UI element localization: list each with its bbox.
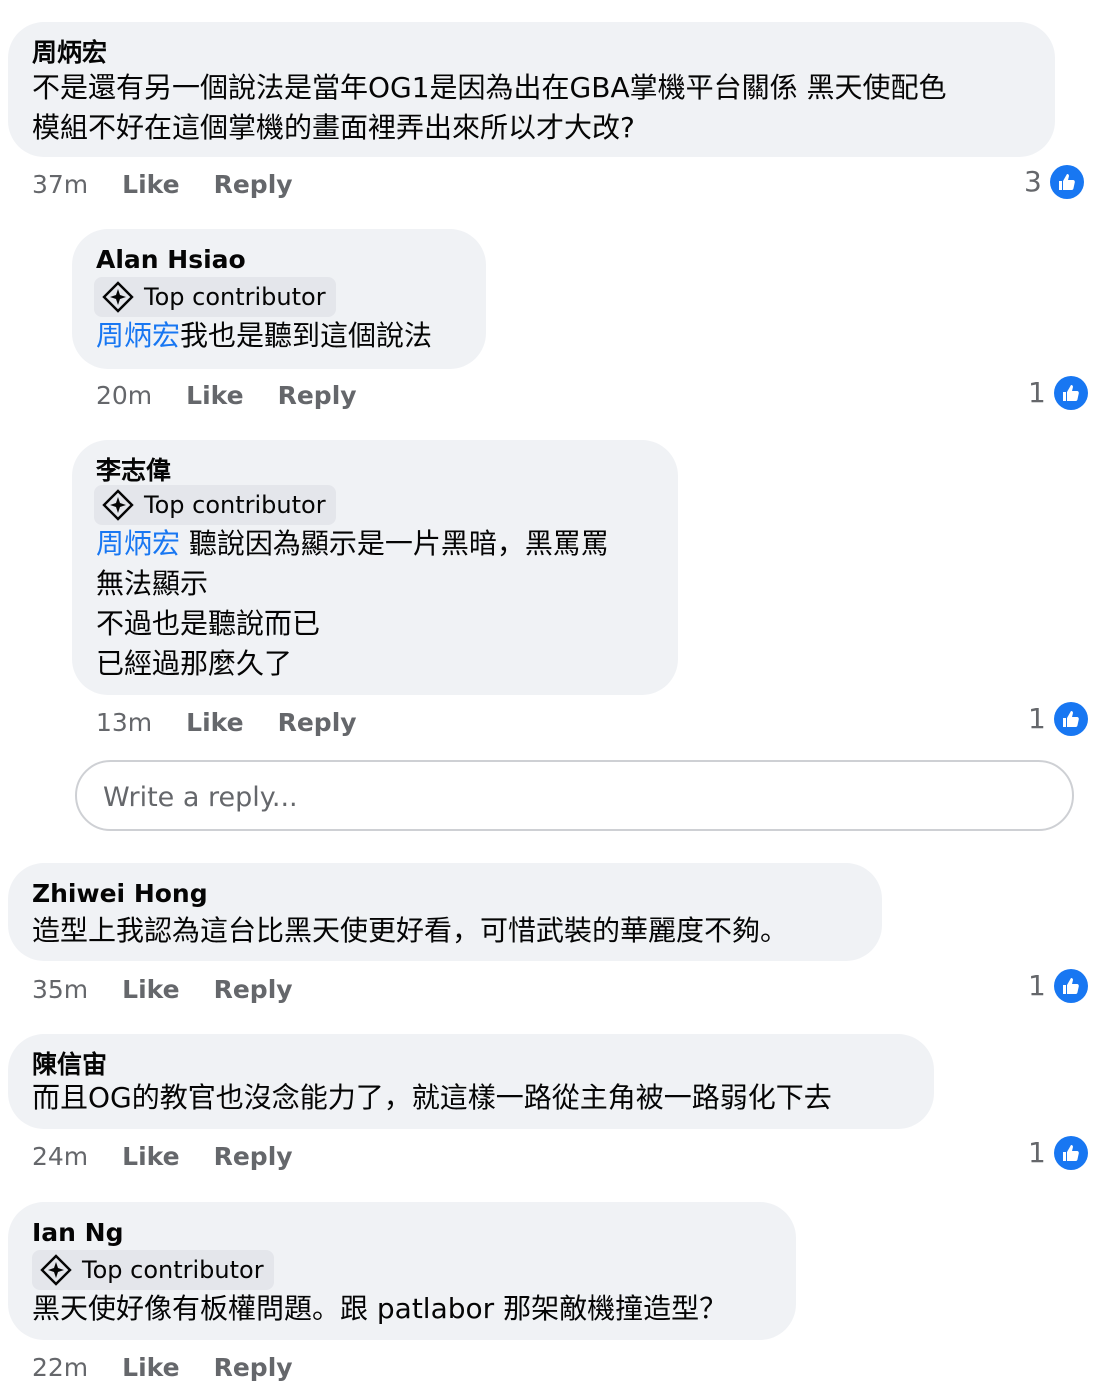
reaction-count-value: 3 (1024, 165, 1042, 198)
comment-text: 模組不好在這個掌機的畫面裡弄出來所以才大改? (32, 111, 635, 144)
comment-author[interactable]: 周炳宏 (32, 38, 107, 68)
reaction-count[interactable]: 1 (1028, 968, 1088, 1004)
reaction-count[interactable]: 1 (1028, 701, 1088, 737)
badge-label: Top contributor (144, 491, 326, 519)
comment-time[interactable]: 35m (32, 975, 88, 1005)
reply-bubble: 李志偉 Top contributor 周炳宏 聽說因為顯示是一片黑暗，黑罵罵 … (72, 440, 678, 695)
top-contributor-icon (40, 1254, 72, 1286)
comment-text: 造型上我認為這台比黑天使更好看，可惜武裝的華麗度不夠。 (32, 914, 789, 947)
comment-text: 而且OG的教官也沒念能力了，就這樣一路從主角被一路弱化下去 (32, 1081, 832, 1114)
reaction-count-value: 1 (1028, 969, 1046, 1002)
badge-label: Top contributor (144, 283, 326, 311)
reply-input[interactable] (101, 776, 1045, 818)
badge-label: Top contributor (82, 1256, 264, 1284)
comment-bubble: 周炳宏 不是還有另一個說法是當年OG1是因為出在GBA掌機平台關係 黑天使配色 … (8, 22, 1055, 157)
reaction-count[interactable]: 1 (1028, 1135, 1088, 1171)
reply-button[interactable]: Reply (278, 708, 357, 738)
comment-text: 黑天使好像有板權問題。跟 patlabor 那架敵機撞造型？ (32, 1292, 728, 1325)
comment-meta: 37m Like Reply (32, 170, 293, 200)
reply-button[interactable]: Reply (214, 975, 293, 1005)
like-button[interactable]: Like (186, 381, 243, 411)
comment-time[interactable]: 20m (96, 381, 152, 411)
comment-text: 不是還有另一個說法是當年OG1是因為出在GBA掌機平台關係 黑天使配色 (32, 71, 947, 104)
like-button[interactable]: Like (122, 975, 179, 1005)
comment-text: 不過也是聽說而已 (96, 607, 321, 640)
mention-link[interactable]: 周炳宏 (96, 527, 180, 560)
comment-time[interactable]: 22m (32, 1353, 88, 1383)
thumbs-up-icon (1053, 1136, 1088, 1170)
comment-meta: 35m Like Reply (32, 975, 293, 1005)
comment-bubble: Ian Ng Top contributor 黑天使好像有板權問題。跟 patl… (8, 1202, 796, 1340)
thumbs-up-icon (1053, 702, 1088, 736)
comment-text: 周炳宏 聽說因為顯示是一片黑暗，黑罵罵 (96, 524, 609, 564)
comment-bubble: 陳信宙 而且OG的教官也沒念能力了，就這樣一路從主角被一路弱化下去 (8, 1034, 934, 1129)
top-contributor-badge: Top contributor (32, 1250, 274, 1290)
comment-text: 周炳宏我也是聽到這個說法 (96, 316, 432, 356)
comment-author[interactable]: 陳信宙 (32, 1050, 107, 1080)
top-contributor-badge: Top contributor (94, 485, 336, 525)
top-contributor-icon (102, 281, 134, 313)
reply-button[interactable]: Reply (278, 381, 357, 411)
top-contributor-icon (102, 489, 134, 521)
comment-text-rest: 我也是聽到這個說法 (180, 319, 433, 352)
comment-author[interactable]: 李志偉 (96, 456, 171, 486)
thumbs-up-icon (1053, 376, 1088, 410)
like-button[interactable]: Like (122, 1353, 179, 1383)
thumbs-up-icon (1049, 165, 1084, 199)
thumbs-up-icon (1053, 969, 1088, 1003)
mention-link[interactable]: 周炳宏 (96, 319, 180, 352)
comment-bubble: Zhiwei Hong 造型上我認為這台比黑天使更好看，可惜武裝的華麗度不夠。 (8, 863, 882, 961)
like-button[interactable]: Like (122, 1142, 179, 1172)
reaction-count[interactable]: 1 (1028, 375, 1088, 411)
comment-time[interactable]: 24m (32, 1142, 88, 1172)
comment-author[interactable]: Zhiwei Hong (32, 879, 208, 909)
reaction-count[interactable]: 3 (1024, 164, 1084, 200)
comment-author[interactable]: Alan Hsiao (96, 245, 246, 275)
reply-bubble: Alan Hsiao Top contributor 周炳宏我也是聽到這個說法 (72, 229, 486, 369)
comment-time[interactable]: 37m (32, 170, 88, 200)
reply-button[interactable]: Reply (214, 170, 293, 200)
reply-button[interactable]: Reply (214, 1353, 293, 1383)
like-button[interactable]: Like (122, 170, 179, 200)
reaction-count-value: 1 (1028, 702, 1046, 735)
comment-time[interactable]: 13m (96, 708, 152, 738)
comment-author[interactable]: Ian Ng (32, 1218, 124, 1248)
comment-text-rest: 聽說因為顯示是一片黑暗，黑罵罵 (180, 527, 609, 560)
comment-text: 已經過那麼久了 (96, 647, 293, 680)
comment-meta: 20m Like Reply (96, 381, 357, 411)
comment-meta: 24m Like Reply (32, 1142, 293, 1172)
reply-input-box[interactable] (75, 760, 1074, 831)
comment-text: 無法顯示 (96, 567, 209, 600)
comment-meta: 13m Like Reply (96, 708, 357, 738)
comment-meta: 22m Like Reply (32, 1353, 293, 1383)
reply-button[interactable]: Reply (214, 1142, 293, 1172)
top-contributor-badge: Top contributor (94, 277, 336, 317)
like-button[interactable]: Like (186, 708, 243, 738)
reaction-count-value: 1 (1028, 376, 1046, 409)
reaction-count-value: 1 (1028, 1136, 1046, 1169)
